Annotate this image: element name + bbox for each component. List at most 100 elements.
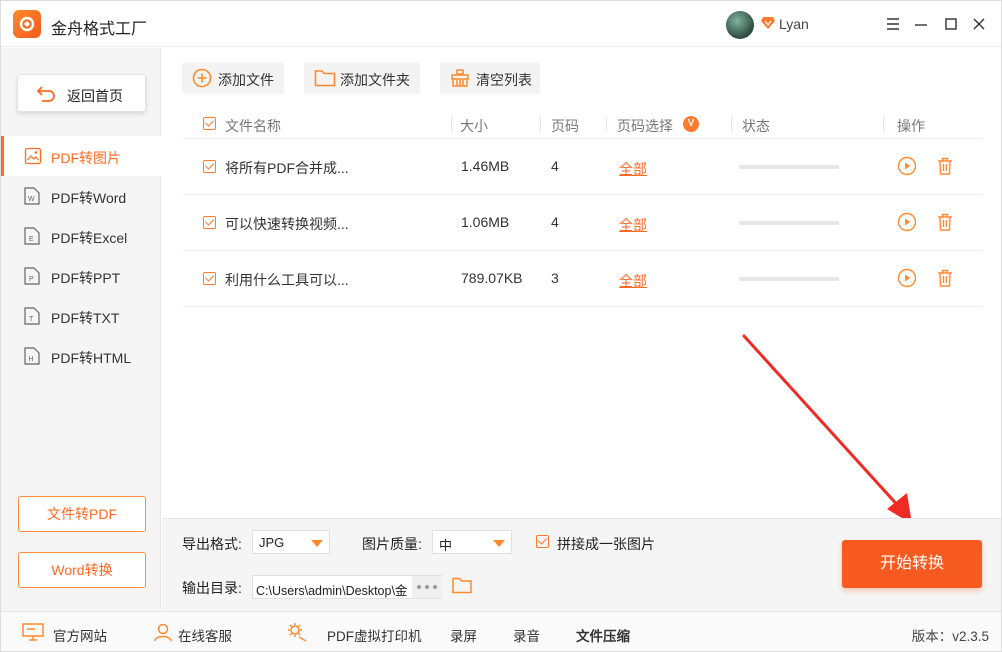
add-circle-icon bbox=[192, 68, 212, 88]
column-divider bbox=[883, 117, 884, 131]
browse-more-button[interactable] bbox=[412, 576, 442, 598]
excel-file-icon: E bbox=[24, 227, 40, 245]
page-select-link[interactable]: 全部 bbox=[619, 159, 647, 179]
quality-select[interactable]: 中 bbox=[432, 530, 512, 554]
page-count: 4 bbox=[551, 158, 559, 174]
user-support-icon bbox=[154, 623, 172, 642]
sidebar-item-pdf-to-word[interactable]: W PDF转Word bbox=[1, 176, 161, 216]
file-name: 将所有PDF合并成... bbox=[225, 160, 349, 176]
html-file-icon: H bbox=[24, 347, 40, 365]
svg-text:E: E bbox=[29, 236, 34, 243]
header-name: 文件名称 bbox=[225, 118, 281, 134]
sidebar-item-label: PDF转Excel bbox=[51, 230, 128, 246]
trash-icon[interactable] bbox=[935, 212, 955, 232]
footer-label: 官方网站 bbox=[53, 629, 107, 644]
header-size: 大小 bbox=[460, 118, 488, 134]
txt-file-icon: T bbox=[24, 307, 40, 325]
sidebar-item-label: PDF转图片 bbox=[51, 150, 121, 166]
word-convert-button[interactable]: Word转换 bbox=[18, 552, 146, 588]
footer-screen-record[interactable]: 录屏 bbox=[450, 612, 490, 652]
page-select-badge-label: V bbox=[687, 118, 695, 129]
clear-list-button[interactable]: 清空列表 bbox=[440, 62, 540, 94]
maximize-icon[interactable] bbox=[941, 14, 961, 34]
title-bar: 金舟格式工厂 Lyan bbox=[1, 1, 1001, 47]
footer-online-support[interactable]: 在线客服 bbox=[153, 612, 243, 652]
menu-icon[interactable] bbox=[883, 14, 903, 34]
close-icon[interactable] bbox=[969, 14, 989, 34]
file-to-pdf-button[interactable]: 文件转PDF bbox=[18, 496, 146, 532]
sidebar-item-pdf-to-txt[interactable]: T PDF转TXT bbox=[1, 296, 161, 336]
format-select-value: JPG bbox=[259, 535, 285, 550]
add-folder-label: 添加文件夹 bbox=[340, 72, 410, 88]
broom-icon bbox=[451, 69, 469, 87]
sidebar-item-pdf-to-html[interactable]: H PDF转HTML bbox=[1, 336, 161, 376]
table-row: 将所有PDF合并成... 1.46MB 4 全部 bbox=[183, 139, 981, 195]
file-size: 789.07KB bbox=[461, 270, 523, 286]
vip-diamond-icon bbox=[761, 17, 775, 29]
row-checkbox[interactable] bbox=[203, 160, 216, 173]
footer-label: PDF虚拟打印机 bbox=[327, 629, 422, 644]
merge-images-label: 拼接成一张图片 bbox=[557, 536, 655, 552]
sidebar-item-label: PDF转PPT bbox=[51, 270, 121, 286]
ppt-file-icon: P bbox=[24, 267, 40, 285]
user-avatar[interactable] bbox=[726, 11, 754, 39]
add-folder-button[interactable]: 添加文件夹 bbox=[304, 62, 420, 94]
table-row: 可以快速转换视频... 1.06MB 4 全部 bbox=[183, 195, 981, 251]
page-select-link[interactable]: 全部 bbox=[619, 271, 647, 291]
format-select[interactable]: JPG bbox=[252, 530, 330, 554]
printer-gear-icon bbox=[288, 623, 307, 642]
progress-bar bbox=[739, 221, 839, 225]
header-pages: 页码 bbox=[551, 118, 579, 134]
svg-text:P: P bbox=[29, 276, 34, 283]
row-checkbox[interactable] bbox=[203, 272, 216, 285]
username[interactable]: Lyan bbox=[779, 16, 809, 32]
play-icon[interactable] bbox=[897, 212, 917, 232]
file-size: 1.46MB bbox=[461, 158, 510, 174]
back-home-button[interactable]: 返回首页 bbox=[17, 74, 146, 112]
merge-images-checkbox[interactable] bbox=[536, 535, 549, 548]
quality-label: 图片质量: bbox=[362, 536, 422, 552]
sidebar-item-label: PDF转Word bbox=[51, 190, 127, 206]
footer-pdf-printer[interactable]: PDF虚拟打印机 bbox=[286, 612, 422, 652]
sidebar-item-pdf-to-ppt[interactable]: P PDF转PPT bbox=[1, 256, 161, 296]
clear-list-label: 清空列表 bbox=[476, 72, 532, 88]
monitor-icon bbox=[22, 623, 44, 641]
footer-official-site[interactable]: 官方网站 bbox=[21, 612, 121, 652]
sidebar-item-pdf-to-image[interactable]: PDF转图片 bbox=[1, 136, 161, 176]
page-select-dropdown-badge[interactable]: V bbox=[683, 116, 699, 132]
table-header: 文件名称 大小 页码 页码选择 V 状态 操作 bbox=[183, 109, 981, 139]
select-all-checkbox[interactable] bbox=[203, 117, 216, 130]
play-icon[interactable] bbox=[897, 156, 917, 176]
column-divider bbox=[606, 117, 607, 131]
output-settings-panel: 导出格式: JPG 图片质量: 中 拼接成一张图片 输出目录: C:\Users… bbox=[162, 518, 1001, 611]
add-file-button[interactable]: 添加文件 bbox=[182, 62, 284, 94]
start-convert-button[interactable]: 开始转换 bbox=[842, 540, 982, 588]
sidebar-item-pdf-to-excel[interactable]: E PDF转Excel bbox=[1, 216, 161, 256]
header-actions: 操作 bbox=[897, 118, 925, 134]
minimize-icon[interactable] bbox=[911, 14, 931, 34]
row-checkbox[interactable] bbox=[203, 216, 216, 229]
app-title: 金舟格式工厂 bbox=[51, 21, 148, 38]
add-file-label: 添加文件 bbox=[218, 72, 274, 88]
footer-label: 文件压缩 bbox=[576, 629, 630, 644]
app-window: 金舟格式工厂 Lyan 返回首页 PDF转图片 W PDF转Word E PDF… bbox=[0, 0, 1002, 652]
footer-file-compress[interactable]: 文件压缩 bbox=[576, 612, 646, 652]
annotation-arrow bbox=[742, 334, 912, 524]
open-folder-icon[interactable] bbox=[452, 576, 472, 594]
page-select-link[interactable]: 全部 bbox=[619, 215, 647, 235]
image-file-icon bbox=[24, 147, 42, 165]
play-icon[interactable] bbox=[897, 268, 917, 288]
quality-select-value: 中 bbox=[439, 538, 453, 553]
footer-audio-record[interactable]: 录音 bbox=[513, 612, 553, 652]
version-label: 版本：v2.3.5 bbox=[911, 629, 989, 644]
footer-label: 录屏 bbox=[450, 629, 477, 644]
progress-bar bbox=[739, 277, 839, 281]
svg-text:W: W bbox=[28, 196, 35, 203]
trash-icon[interactable] bbox=[935, 156, 955, 176]
footer-label: 录音 bbox=[513, 629, 540, 644]
output-dir-label: 输出目录: bbox=[182, 580, 242, 596]
chevron-down-icon bbox=[493, 540, 505, 547]
sidebar: 返回首页 PDF转图片 W PDF转Word E PDF转Excel P PDF… bbox=[1, 48, 161, 611]
back-home-label: 返回首页 bbox=[67, 88, 123, 104]
trash-icon[interactable] bbox=[935, 268, 955, 288]
